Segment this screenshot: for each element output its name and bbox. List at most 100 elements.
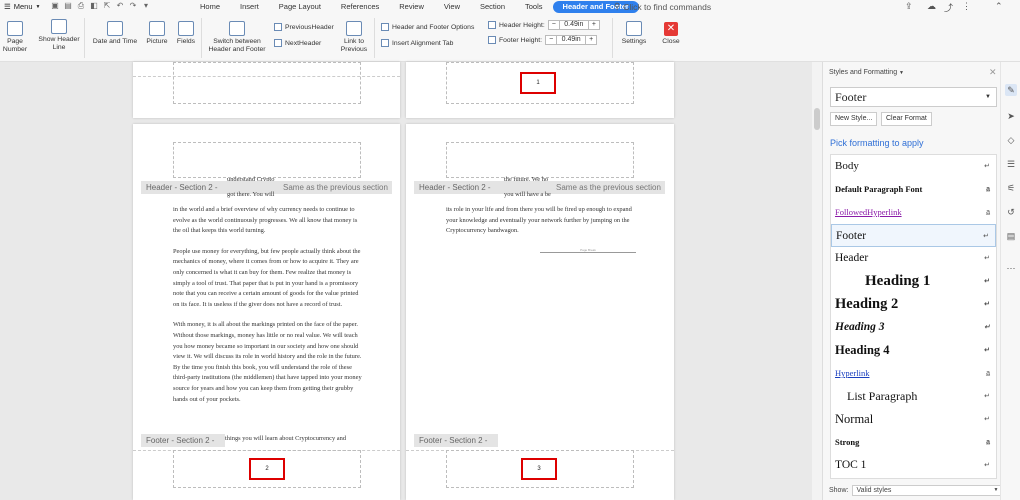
settings-button[interactable]: Settings bbox=[617, 21, 651, 46]
paragraph[interactable]: its role in your life and from there you… bbox=[446, 205, 636, 237]
history-icon[interactable]: ↺ bbox=[1005, 206, 1017, 218]
body-text[interactable]: its role in your life and from there you… bbox=[446, 205, 636, 247]
footer-height-stepper[interactable]: − 0.49in + bbox=[545, 35, 598, 45]
tab-section[interactable]: Section bbox=[470, 0, 515, 14]
outline-icon[interactable]: ☰ bbox=[1005, 158, 1017, 170]
preview-icon[interactable]: ◧ bbox=[89, 1, 99, 11]
panel-title[interactable]: Styles and Formatting ▼ bbox=[829, 69, 904, 76]
command-search[interactable]: ⚲ Click to find commands bbox=[614, 1, 711, 12]
style-name: Footer bbox=[836, 230, 867, 242]
more-options-icon[interactable]: ⋮ bbox=[962, 1, 971, 12]
show-select[interactable]: Valid styles ▼ bbox=[852, 485, 1003, 496]
style-list[interactable]: Body ↵ Default Paragraph Font a̲ FollowedH… bbox=[830, 154, 997, 479]
decrease-icon[interactable]: − bbox=[549, 20, 559, 30]
tab-references[interactable]: References bbox=[331, 0, 389, 14]
undo-icon[interactable]: ↶ bbox=[115, 1, 125, 11]
header-footer-options-button[interactable]: Header and Footer Options bbox=[381, 23, 474, 31]
previous-header-button[interactable]: PreviousHeader bbox=[274, 23, 334, 31]
switch-header-footer-button[interactable]: Switch between Header and Footer bbox=[205, 21, 269, 54]
vertical-scrollbar[interactable] bbox=[812, 62, 822, 500]
show-header-line-button[interactable]: Show Header Line bbox=[38, 19, 80, 52]
share-icon[interactable]: ⇪ bbox=[905, 1, 913, 12]
paragraph[interactable]: People use money for everything, but few… bbox=[173, 247, 363, 311]
scrollbar-thumb[interactable] bbox=[814, 108, 820, 130]
style-item-footer[interactable]: Footer ↵ bbox=[831, 224, 996, 247]
header-area[interactable] bbox=[173, 142, 361, 178]
style-item-heading-2[interactable]: Heading 2 ↵ bbox=[831, 293, 996, 316]
paragraph[interactable]: in the world and a brief overview of why… bbox=[173, 205, 363, 237]
save-icon[interactable]: ▣ bbox=[50, 1, 60, 11]
style-item-strong[interactable]: Strong a̲ bbox=[831, 431, 996, 454]
fields-button[interactable]: Fields bbox=[175, 21, 197, 46]
style-item-default-paragraph-font[interactable]: Default Paragraph Font a̲ bbox=[831, 178, 996, 201]
select-cursor-icon[interactable]: ➤ bbox=[1005, 110, 1017, 122]
character-mark-icon: a̲ bbox=[986, 209, 990, 216]
close-icon[interactable]: ✕ bbox=[989, 67, 997, 78]
tab-home[interactable]: Home bbox=[190, 0, 230, 14]
collapse-ribbon-icon[interactable]: ⌃ bbox=[995, 1, 1003, 12]
tab-insert[interactable]: Insert bbox=[230, 0, 269, 14]
header-area[interactable] bbox=[446, 142, 634, 178]
adjust-icon[interactable]: ⚟ bbox=[1005, 182, 1017, 194]
current-style-value: Footer bbox=[835, 90, 867, 104]
redo-icon[interactable]: ↷ bbox=[128, 1, 138, 11]
style-item-heading-4[interactable]: Heading 4 ↵ bbox=[831, 339, 996, 362]
tab-review[interactable]: Review bbox=[389, 0, 434, 14]
footer-area[interactable] bbox=[173, 62, 361, 104]
current-style-dropdown[interactable]: Footer ▼ bbox=[830, 87, 997, 107]
options-icon bbox=[381, 23, 389, 31]
next-header-button[interactable]: NextHeader bbox=[274, 39, 321, 47]
increase-icon[interactable]: + bbox=[589, 20, 599, 30]
page-top-left[interactable] bbox=[133, 62, 400, 118]
style-item-heading-3[interactable]: Heading 3 ↵ bbox=[831, 316, 996, 339]
style-item-header[interactable]: Header ↵ bbox=[831, 247, 996, 270]
increase-icon[interactable]: + bbox=[586, 35, 596, 45]
page-number-button[interactable]: Page Number bbox=[0, 21, 30, 54]
menu-bar: ☰ Menu ▼ ▣ ▤ ⎙ ◧ ⇱ ↶ ↷ ▾ Home Insert Pag… bbox=[0, 0, 1020, 14]
export-icon[interactable]: ⇱ bbox=[102, 1, 112, 11]
style-item-followed-hyperlink[interactable]: FollowedHyperlink a̲ bbox=[831, 201, 996, 224]
menu-button[interactable]: ☰ Menu ▼ bbox=[4, 2, 40, 11]
page-number-highlight[interactable]: 1 bbox=[520, 72, 556, 94]
folder-icon[interactable]: ▤ bbox=[63, 1, 73, 11]
shapes-icon[interactable]: ◇ bbox=[1005, 134, 1017, 146]
paragraph[interactable]: With money, it is all about the markings… bbox=[173, 320, 363, 405]
footer-height-value[interactable]: 0.49in bbox=[556, 35, 587, 45]
header-height-stepper[interactable]: − 0.49in + bbox=[547, 20, 600, 30]
ribbon: Page Number Show Header Line Date and Ti… bbox=[0, 14, 1020, 62]
date-time-button[interactable]: Date and Time bbox=[89, 21, 141, 46]
page-right[interactable]: the future. We ho Header - Section 2 - S… bbox=[406, 124, 674, 500]
style-item-heading-1[interactable]: Heading 1 ↵ bbox=[831, 270, 996, 293]
print-icon[interactable]: ⎙ bbox=[76, 1, 86, 11]
share-link-icon[interactable]: ⤴ bbox=[944, 1, 953, 14]
more-icon[interactable]: ⋯ bbox=[1005, 262, 1017, 274]
style-item-body[interactable]: Body ↵ bbox=[831, 155, 996, 178]
style-item-toc-1[interactable]: TOC 1 ↵ bbox=[831, 454, 996, 477]
page-top-right[interactable]: 1 bbox=[406, 62, 674, 118]
body-text[interactable]: in the world and a brief overview of why… bbox=[173, 205, 363, 415]
page-number-highlight[interactable]: 2 bbox=[249, 458, 285, 480]
divider bbox=[374, 18, 375, 58]
tab-page-layout[interactable]: Page Layout bbox=[269, 0, 331, 14]
header-height-value[interactable]: 0.49in bbox=[558, 20, 589, 30]
close-header-footer-button[interactable]: ✕ Close bbox=[658, 22, 684, 46]
tab-view[interactable]: View bbox=[434, 0, 470, 14]
page-number-highlight[interactable]: 3 bbox=[521, 458, 557, 480]
cloud-icon[interactable]: ☁ bbox=[927, 1, 936, 12]
new-style-button[interactable]: New Style... bbox=[830, 112, 878, 126]
decrease-icon[interactable]: − bbox=[546, 35, 556, 45]
style-item-list-paragraph[interactable]: List Paragraph ↵ bbox=[831, 385, 996, 408]
picture-button[interactable]: Picture bbox=[143, 21, 171, 46]
document-canvas[interactable]: 1 understand Crypto Header - Section 2 -… bbox=[0, 62, 812, 500]
link-to-previous-button[interactable]: Link to Previous bbox=[338, 21, 370, 54]
styles-pen-icon[interactable]: ✎ bbox=[1005, 84, 1017, 96]
comments-icon[interactable]: ▤ bbox=[1005, 230, 1017, 242]
tab-tools[interactable]: Tools bbox=[515, 0, 553, 14]
style-name: Heading 2 bbox=[835, 296, 899, 312]
style-item-normal[interactable]: Normal ↵ bbox=[831, 408, 996, 431]
page-left[interactable]: understand Crypto Header - Section 2 - S… bbox=[133, 124, 400, 500]
clear-format-button[interactable]: Clear Format bbox=[881, 112, 932, 126]
more-icon[interactable]: ▾ bbox=[141, 1, 151, 11]
style-item-hyperlink[interactable]: Hyperlink a̲ bbox=[831, 362, 996, 385]
insert-alignment-tab-button[interactable]: Insert Alignment Tab bbox=[381, 39, 453, 47]
